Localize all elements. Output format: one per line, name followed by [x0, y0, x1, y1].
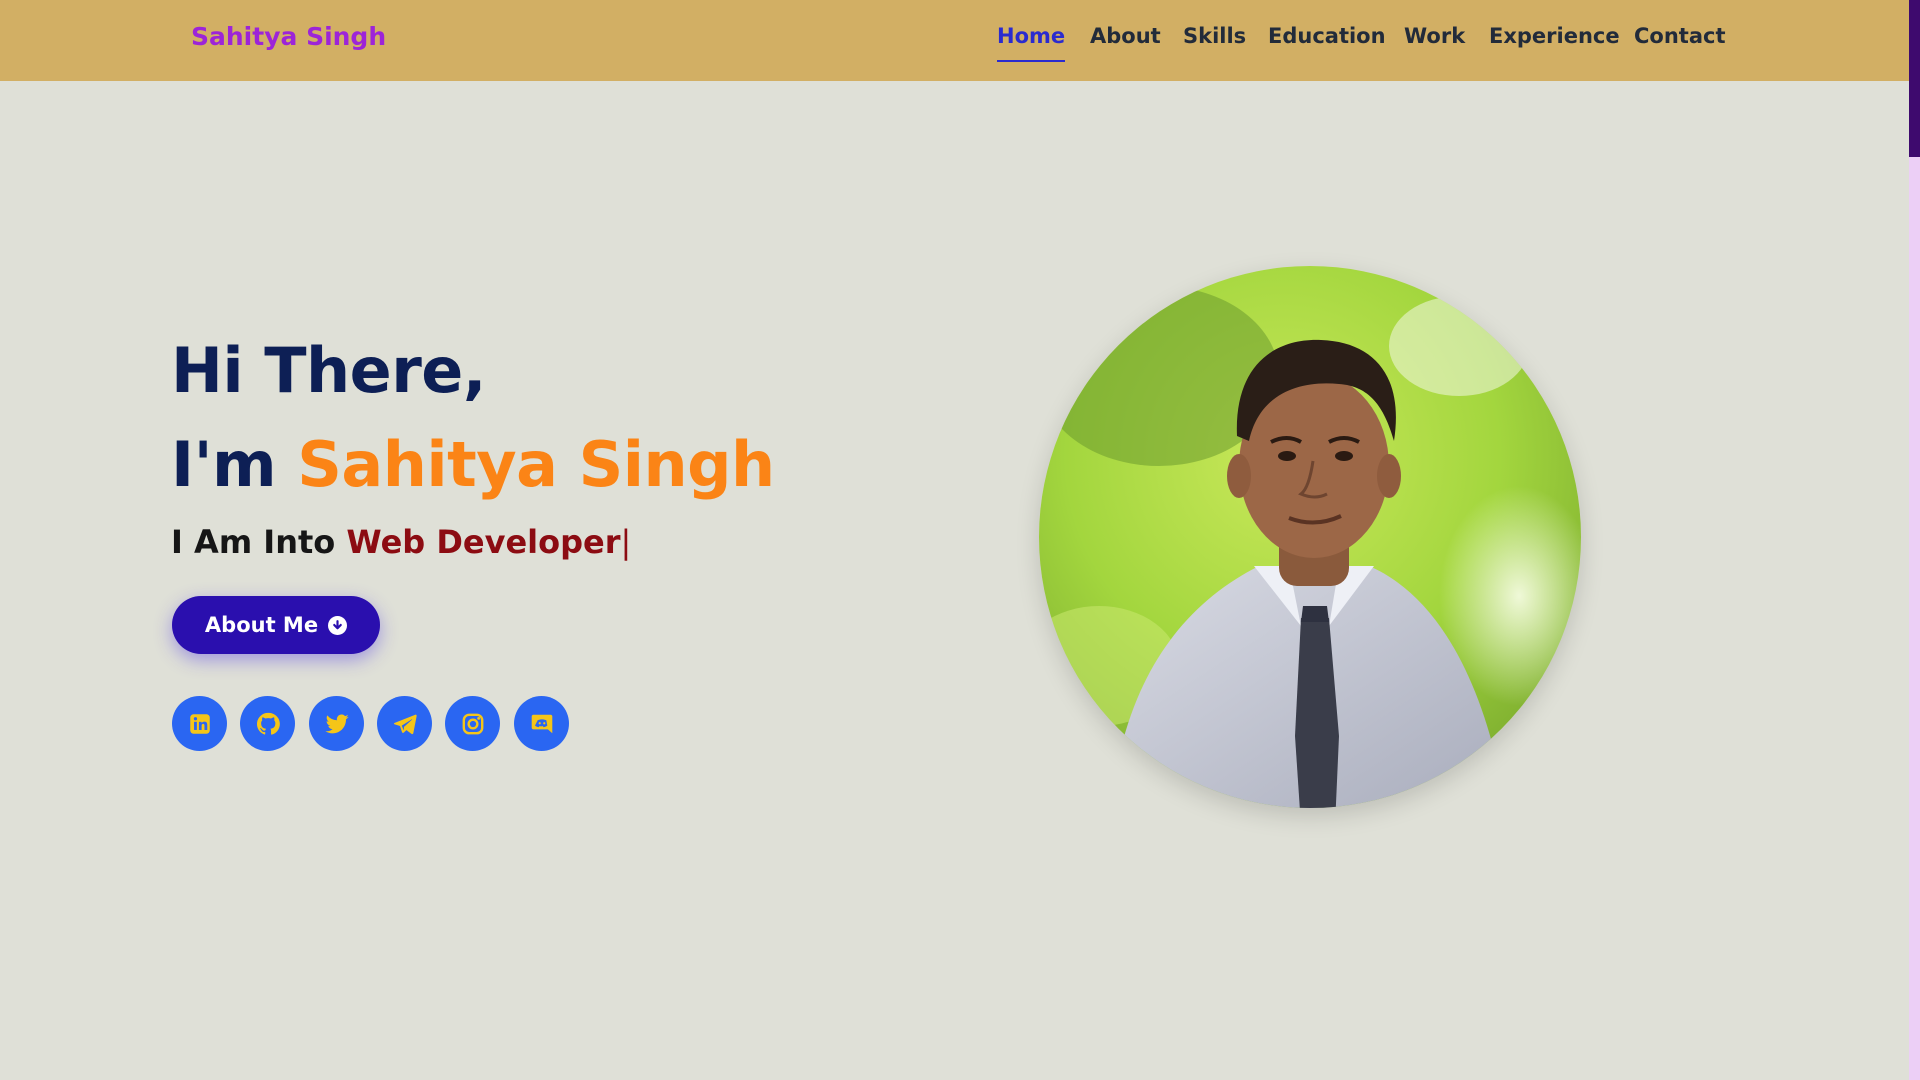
twitter-link[interactable] [309, 696, 364, 751]
brand-logo[interactable]: Sahitya Singh [191, 22, 386, 51]
nav-contact[interactable]: Contact [1634, 24, 1726, 48]
github-link[interactable] [240, 696, 295, 751]
github-icon [256, 712, 280, 735]
hero-tagline: I Am Into Web Developer| [171, 523, 631, 561]
nav-about[interactable]: About [1090, 24, 1161, 48]
hero-intro: I'm [171, 428, 277, 501]
nav-home[interactable]: Home [997, 24, 1066, 62]
page-scrollbar[interactable] [1909, 0, 1920, 1080]
typing-cursor: | [620, 523, 632, 561]
typed-role: Web Developer [346, 523, 621, 561]
telegram-icon [393, 714, 417, 734]
nav-work[interactable]: Work [1404, 24, 1465, 48]
scrollbar-thumb[interactable] [1909, 0, 1920, 157]
hero-name: Sahitya Singh [297, 428, 775, 501]
arrow-circle-down-icon [328, 615, 348, 635]
hero-title: I'm Sahitya Singh [171, 428, 775, 501]
nav-experience[interactable]: Experience [1489, 24, 1620, 48]
hero-greeting: Hi There, [171, 334, 486, 407]
nav-skills[interactable]: Skills [1183, 24, 1246, 48]
telegram-link[interactable] [377, 696, 432, 751]
linkedin-icon [189, 713, 210, 734]
tagline-prefix: I Am Into [171, 523, 336, 561]
about-me-label: About Me [204, 613, 319, 637]
profile-photo [1039, 266, 1581, 808]
discord-icon [531, 714, 552, 733]
discord-link[interactable] [514, 696, 569, 751]
instagram-icon [462, 713, 483, 734]
navbar: Sahitya Singh Home About Skills Educatio… [0, 0, 1909, 81]
linkedin-link[interactable] [172, 696, 227, 751]
about-me-button[interactable]: About Me [172, 596, 380, 654]
instagram-link[interactable] [445, 696, 500, 751]
nav-education[interactable]: Education [1268, 24, 1386, 48]
twitter-icon [324, 713, 349, 733]
